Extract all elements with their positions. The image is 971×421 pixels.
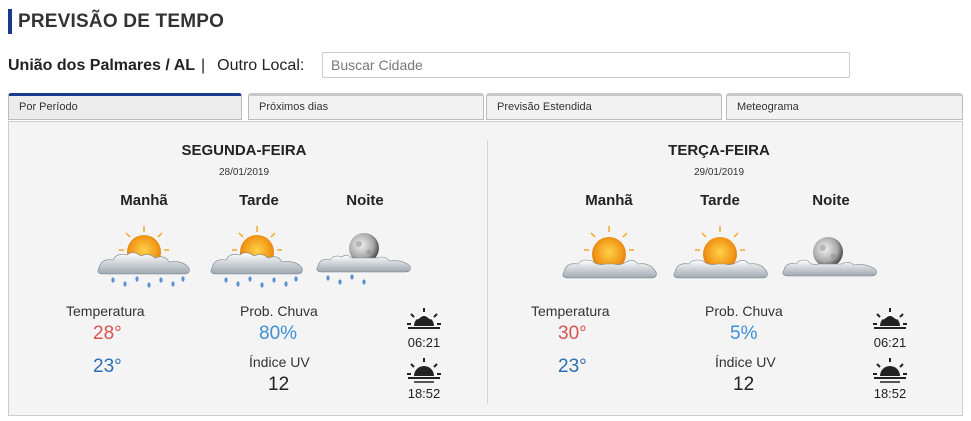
period-label-morning: Manhã	[585, 192, 633, 209]
rain-prob-label: Prob. Chuva	[240, 303, 318, 319]
tab-previsao-estendida[interactable]: Previsão Estendida	[486, 93, 722, 120]
rain-prob-value: 80%	[259, 323, 298, 344]
tab-label: Próximos dias	[259, 101, 329, 113]
temperature-label: Temperatura	[531, 303, 610, 319]
temp-max: 28°	[93, 323, 122, 344]
moon-cloud-icon	[782, 237, 877, 277]
temperature-label: Temperatura	[66, 303, 145, 319]
uv-index-label: Índice UV	[249, 354, 310, 370]
forecast-tabs: Por Período Próximos dias Previsão Esten…	[8, 93, 963, 121]
sun-cloud-icon	[673, 226, 768, 279]
day-name: TERÇA-FEIRA	[668, 142, 770, 159]
period-label-afternoon: Tarde	[700, 192, 740, 209]
period-label-morning: Manhã	[120, 192, 168, 209]
temp-max: 30°	[558, 323, 587, 344]
rain-prob-value: 5%	[730, 323, 758, 344]
location-separator: |	[201, 57, 206, 74]
sun-cloud-rain-icon	[210, 226, 303, 288]
rain-prob-label: Prob. Chuva	[705, 303, 783, 319]
tab-por-periodo[interactable]: Por Período	[8, 93, 242, 120]
sunset-time: 18:52	[407, 386, 441, 401]
location-row: União dos Palmares / AL | Outro Local:	[8, 52, 304, 80]
moon-cloud-rain-icon	[316, 233, 411, 285]
sunset-icon	[873, 358, 907, 383]
temp-min: 23°	[558, 356, 587, 377]
sunrise-time: 06:21	[873, 335, 907, 350]
sunset-icon	[407, 358, 441, 383]
temp-min: 23°	[93, 356, 122, 377]
forecast-panel: SEGUNDA-FEIRA 28/01/2019 Manhã Tarde Noi…	[8, 121, 963, 416]
tab-meteograma[interactable]: Meteograma	[726, 93, 963, 120]
sunrise-time: 06:21	[407, 335, 441, 350]
day-card-monday: SEGUNDA-FEIRA 28/01/2019 Manhã Tarde Noi…	[9, 122, 479, 417]
tab-label: Previsão Estendida	[497, 101, 592, 113]
day-date: 29/01/2019	[693, 167, 745, 178]
period-label-night: Noite	[812, 192, 850, 209]
sunrise-icon	[407, 308, 441, 329]
sun-cloud-rain-icon	[97, 226, 190, 288]
uv-index-value: 12	[733, 374, 755, 395]
sunset-time: 18:52	[873, 386, 907, 401]
page-title: PREVISÃO DE TEMPO	[18, 11, 225, 32]
city-search-input[interactable]	[322, 52, 850, 78]
tab-proximos-dias[interactable]: Próximos dias	[248, 93, 484, 120]
tab-label: Meteograma	[737, 101, 799, 113]
period-label-afternoon: Tarde	[239, 192, 279, 209]
sunrise-icon	[873, 308, 907, 329]
current-city: União dos Palmares / AL	[8, 57, 196, 74]
page-header: PREVISÃO DE TEMPO	[8, 9, 224, 34]
sun-cloud-icon	[562, 226, 657, 279]
tab-label: Por Período	[19, 101, 78, 113]
uv-index-label: Índice UV	[715, 354, 776, 370]
day-date: 28/01/2019	[218, 167, 270, 178]
day-card-tuesday: TERÇA-FEIRA 29/01/2019 Manhã Tarde Noite…	[484, 122, 954, 417]
other-location-label: Outro Local:	[217, 57, 305, 74]
day-name: SEGUNDA-FEIRA	[181, 142, 307, 159]
period-label-night: Noite	[346, 192, 384, 209]
uv-index-value: 12	[268, 374, 290, 395]
